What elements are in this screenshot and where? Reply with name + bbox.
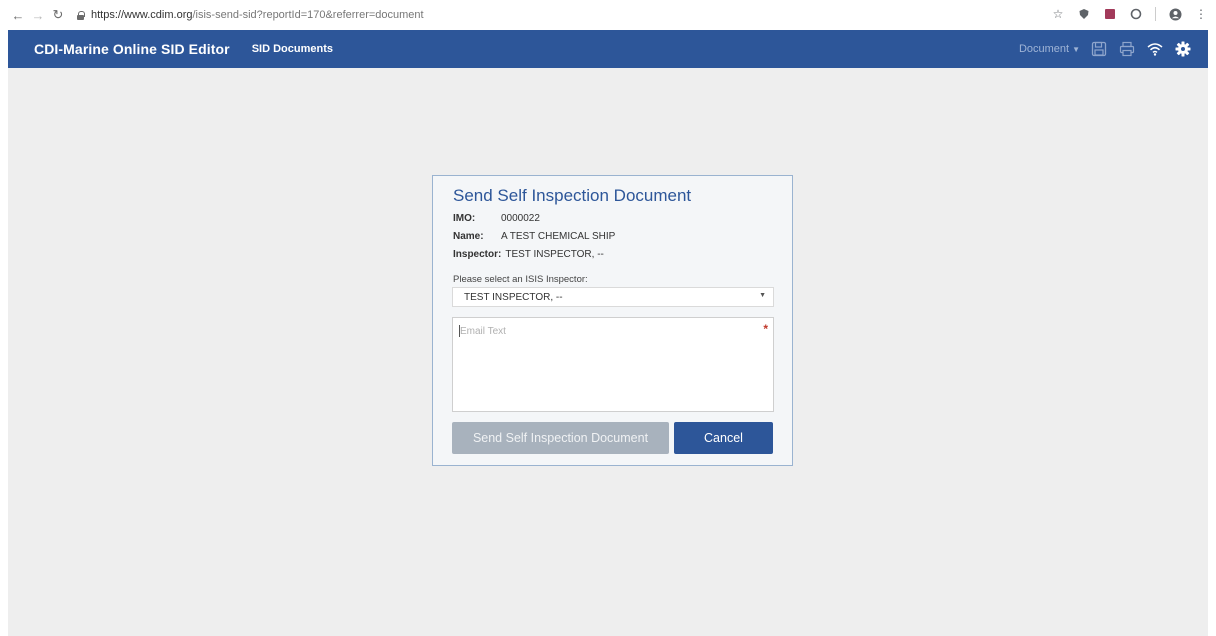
browser-extensions: ☆ ⋮ (1051, 7, 1208, 21)
browser-toolbar: ← → ↻ https://www.cdim.org/isis-send-sid… (0, 0, 1216, 30)
caret-down-icon: ▼ (1072, 44, 1080, 54)
send-sid-button[interactable]: Send Self Inspection Document (452, 422, 669, 454)
star-icon[interactable]: ☆ (1051, 7, 1065, 21)
arrow-left-icon[interactable]: ← (10, 7, 26, 23)
url-host: https://www.cdim.org (91, 9, 193, 21)
imo-row: IMO: 0000022 (453, 213, 540, 224)
extension-circle-icon[interactable] (1129, 7, 1143, 21)
name-label: Name: (453, 231, 484, 242)
nav-sid-documents[interactable]: SID Documents (252, 43, 333, 55)
app-title: CDI-Marine Online SID Editor (34, 41, 230, 57)
inspector-value: TEST INSPECTOR, -- (505, 249, 604, 260)
extension-square-icon[interactable] (1103, 7, 1117, 21)
wifi-icon[interactable] (1146, 40, 1164, 58)
more-menu-icon[interactable]: ⋮ (1194, 7, 1208, 21)
url-path: /isis-send-sid?reportId=170&referrer=doc… (192, 9, 424, 21)
imo-label: IMO: (453, 213, 476, 224)
reload-icon[interactable]: ↻ (50, 7, 66, 23)
page-background: Send Self Inspection Document IMO: 00000… (8, 68, 1208, 636)
gear-icon[interactable] (1174, 40, 1192, 58)
email-text-field[interactable]: Email Text * (452, 317, 774, 412)
extension-shield-icon[interactable] (1077, 7, 1091, 21)
cancel-button[interactable]: Cancel (674, 422, 773, 454)
inspector-select[interactable]: TEST INSPECTOR, -- ▼ (452, 287, 774, 307)
toolbar-divider (1155, 7, 1156, 21)
arrow-right-icon[interactable]: → (30, 7, 46, 23)
required-marker: * (763, 322, 768, 336)
name-value: A TEST CHEMICAL SHIP (501, 231, 616, 242)
address-bar[interactable]: https://www.cdim.org/isis-send-sid?repor… (76, 5, 1136, 25)
name-row: Name: A TEST CHEMICAL SHIP (453, 231, 615, 242)
header-actions: Document ▼ (1019, 30, 1192, 68)
url-text: https://www.cdim.org/isis-send-sid?repor… (91, 9, 424, 21)
print-icon[interactable] (1118, 40, 1136, 58)
save-icon[interactable] (1090, 40, 1108, 58)
send-sid-dialog: Send Self Inspection Document IMO: 00000… (432, 175, 793, 466)
document-menu[interactable]: Document ▼ (1019, 43, 1080, 55)
chevron-down-icon: ▼ (759, 292, 766, 299)
inspector-row: Inspector: TEST INSPECTOR, -- (453, 249, 604, 260)
account-icon[interactable] (1168, 7, 1182, 21)
lock-icon (76, 10, 85, 20)
document-menu-label: Document (1018, 43, 1070, 55)
imo-value: 0000022 (501, 213, 540, 224)
inspector-select-label: Please select an ISIS Inspector: (453, 274, 588, 285)
inspector-select-value: TEST INSPECTOR, -- (464, 291, 563, 303)
inspector-label: Inspector: (453, 249, 502, 260)
app-header: CDI-Marine Online SID Editor SID Documen… (8, 30, 1208, 68)
email-text-placeholder: Email Text (460, 326, 506, 337)
dialog-title: Send Self Inspection Document (453, 186, 692, 205)
